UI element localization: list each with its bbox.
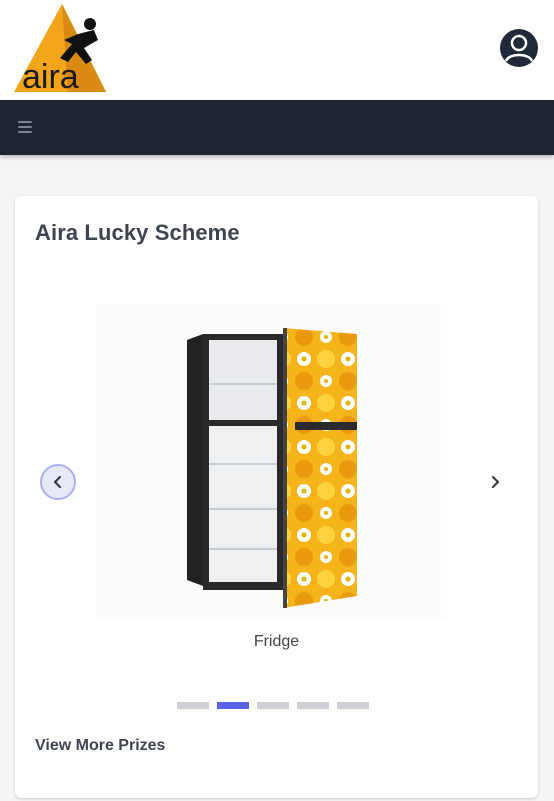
carousel-prev-button[interactable] bbox=[40, 464, 76, 500]
carousel-next-button[interactable] bbox=[477, 464, 513, 500]
card-title: Aira Lucky Scheme bbox=[35, 220, 240, 245]
carousel-indicator[interactable] bbox=[257, 702, 289, 709]
carousel-indicator[interactable] bbox=[337, 702, 369, 709]
lucky-scheme-card: Aira Lucky Scheme Fridge View More Prize… bbox=[15, 196, 538, 798]
aira-logo[interactable]: aira bbox=[14, 4, 112, 96]
carousel-indicators bbox=[177, 702, 369, 709]
user-avatar-button[interactable] bbox=[499, 28, 539, 68]
carousel-indicator-active[interactable] bbox=[217, 702, 249, 709]
prize-image bbox=[95, 304, 447, 622]
carousel-indicator[interactable] bbox=[177, 702, 209, 709]
view-more-prizes-link[interactable]: View More Prizes bbox=[35, 737, 165, 755]
carousel-indicator[interactable] bbox=[297, 702, 329, 709]
slide-caption: Fridge bbox=[253, 633, 300, 650]
hamburger-menu-icon[interactable] bbox=[18, 121, 32, 133]
header: aira bbox=[0, 0, 554, 100]
chevron-right-icon bbox=[492, 476, 499, 488]
aira-logo-icon: aira bbox=[14, 4, 106, 96]
user-avatar-icon bbox=[500, 29, 538, 67]
chevron-left-icon bbox=[54, 476, 61, 488]
navbar bbox=[0, 100, 554, 155]
fridge-image bbox=[187, 328, 357, 608]
logo-text: aira bbox=[22, 58, 79, 92]
